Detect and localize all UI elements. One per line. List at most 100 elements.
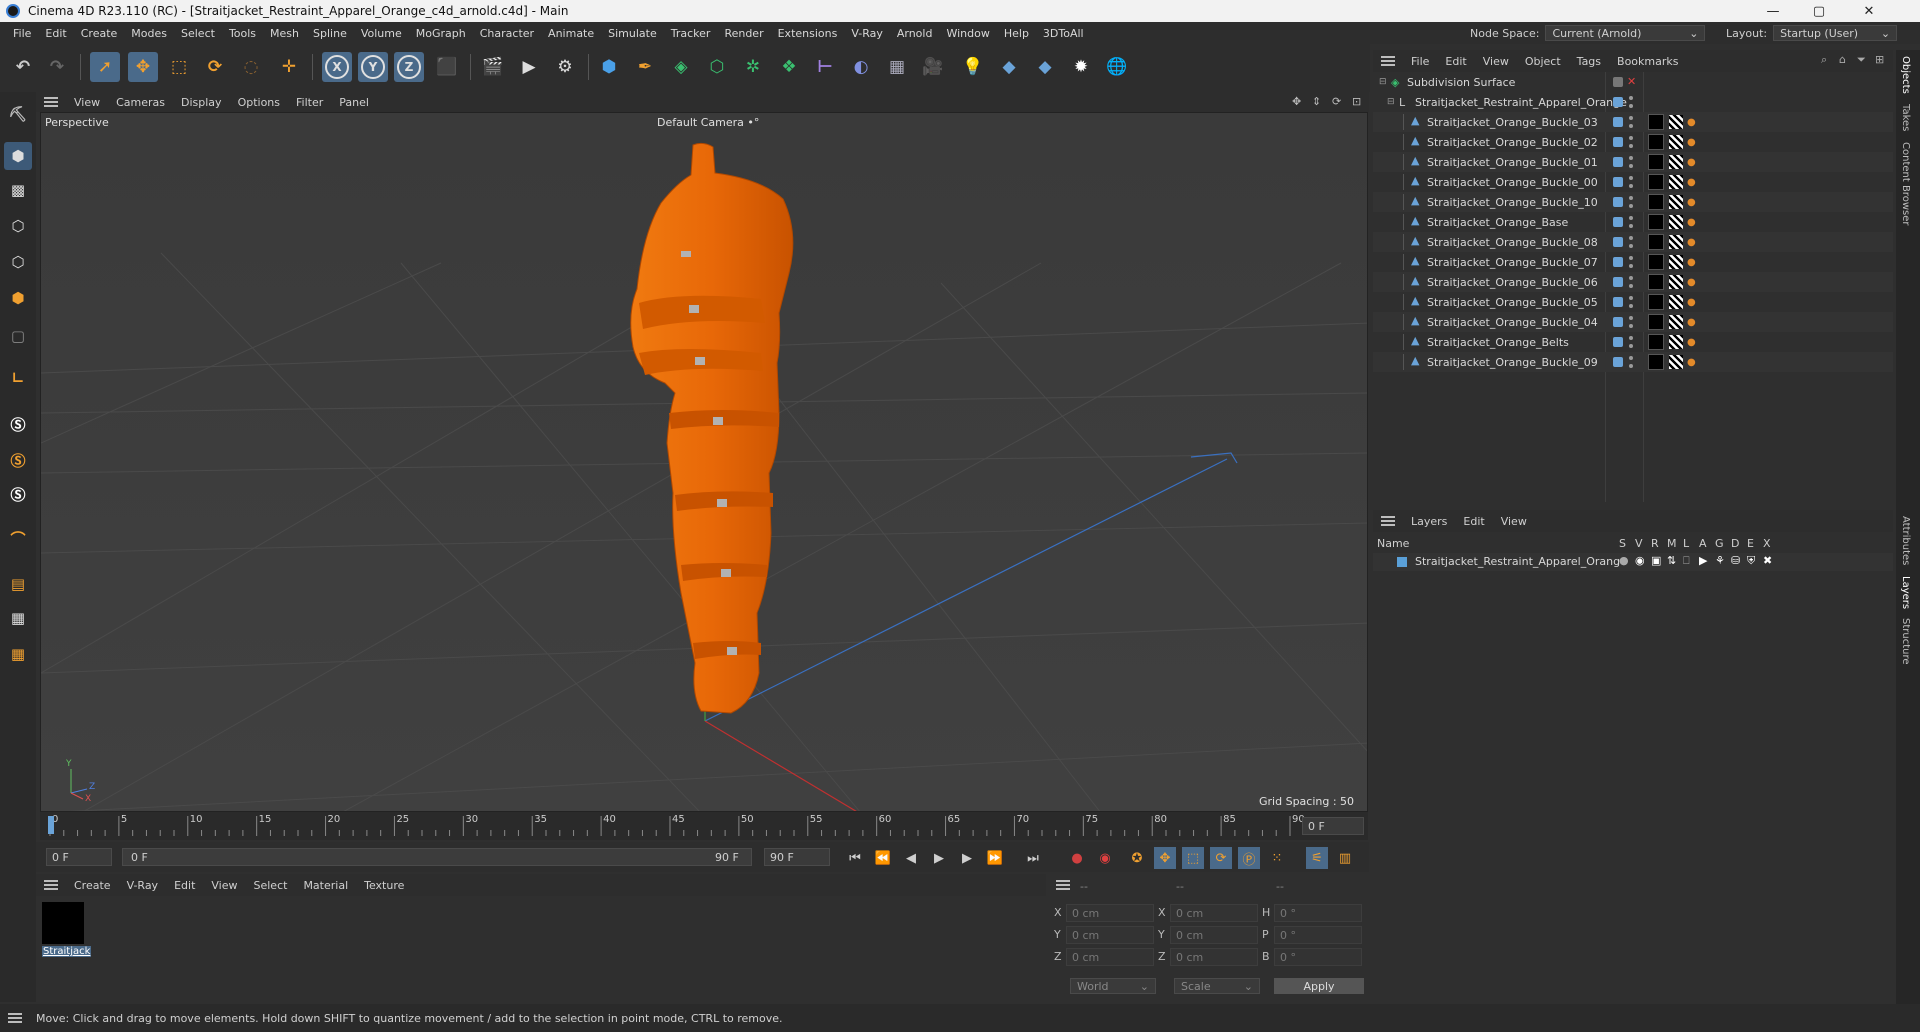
goto-end-button[interactable]: ⏭ (1022, 847, 1044, 869)
camera-label[interactable]: Default Camera •° (657, 116, 759, 129)
uvw-tag-icon[interactable] (1669, 115, 1683, 129)
next-key-button[interactable]: ⏩ (984, 847, 1006, 869)
menu-3dtoall[interactable]: 3DToAll (1036, 27, 1091, 40)
layer-generators-icon[interactable]: ⚘ (1715, 554, 1725, 567)
new-window-icon[interactable]: ⊞ (1875, 53, 1884, 66)
material-tag-icon[interactable] (1648, 274, 1664, 290)
key-rotation-button[interactable]: ⟳ (1210, 847, 1232, 869)
menu-mesh[interactable]: Mesh (263, 27, 306, 40)
uv-mode-button[interactable]: ▢ (4, 322, 32, 350)
object-row[interactable]: ▲ Straitjacket_Orange_Belts ● (1373, 332, 1893, 352)
key-pla-button[interactable]: ⁙ (1266, 847, 1288, 869)
quantize-button[interactable]: Ⓢ (4, 480, 32, 508)
material-tag-icon[interactable] (1648, 154, 1664, 170)
object-row[interactable]: ▲ Straitjacket_Orange_Buckle_01 ● (1373, 152, 1893, 172)
uvw-tag-icon[interactable] (1669, 315, 1683, 329)
subdivision-surface-button[interactable]: ◈ (666, 52, 696, 82)
object-row[interactable]: ▲ Straitjacket_Orange_Buckle_08 ● (1373, 232, 1893, 252)
viewport-move-icon[interactable]: ✥ (1292, 95, 1301, 108)
uvw-tag-icon[interactable] (1669, 335, 1683, 349)
coord-position-field[interactable]: 0 cm (1066, 948, 1154, 966)
snap-button[interactable]: Ⓢ (4, 410, 32, 438)
mograph-cloner-button[interactable]: ❖ (774, 52, 804, 82)
current-frame-field[interactable]: 0 F (1302, 817, 1364, 835)
menu-arnold[interactable]: Arnold (890, 27, 940, 40)
coord-size-field[interactable]: 0 cm (1170, 904, 1258, 922)
phong-tag-icon[interactable]: ● (1687, 237, 1696, 248)
phong-tag-icon[interactable]: ● (1687, 297, 1696, 308)
menu-spline[interactable]: Spline (306, 27, 354, 40)
material-menu-view[interactable]: View (203, 879, 245, 892)
home-icon[interactable]: ⌂ (1839, 53, 1846, 66)
layer-expressions-icon[interactable]: ⛨ (1747, 554, 1755, 568)
object-menu-tags[interactable]: Tags (1569, 55, 1609, 68)
timeline-ruler[interactable]: 0 5 10 15 20 25 30 35 40 45 50 55 60 65 70 75 80 85 90 0 F (40, 812, 1368, 840)
layer-color-icon[interactable] (1613, 317, 1623, 327)
visibility-dots-icon[interactable] (1629, 216, 1633, 228)
phong-tag-icon[interactable]: ● (1687, 337, 1696, 348)
motion-path-button[interactable]: ⚟ (1306, 847, 1328, 869)
python-script-button[interactable]: ◆ (1030, 52, 1060, 82)
search-icon[interactable]: ⌕ (1821, 53, 1827, 67)
viewport-zoom-icon[interactable]: ⇕ (1312, 95, 1321, 108)
phong-tag-icon[interactable]: ● (1687, 277, 1696, 288)
layer-flag-header[interactable]: R (1651, 537, 1659, 550)
make-editable-button[interactable]: ⛏ (4, 100, 32, 128)
visibility-dots-icon[interactable] (1629, 356, 1633, 368)
transform-tool-button[interactable]: ✛ (274, 52, 304, 82)
key-scale-button[interactable]: ⬚ (1182, 847, 1204, 869)
layer-lock-icon[interactable]: ⎕ (1683, 554, 1690, 568)
layer-color-icon[interactable] (1613, 97, 1623, 107)
frame-range-slider[interactable]: 0 F 90 F (122, 848, 752, 866)
render-picture-viewer-button[interactable]: ▶ (514, 52, 544, 82)
menu-edit[interactable]: Edit (38, 27, 73, 40)
phong-tag-icon[interactable]: ● (1687, 137, 1696, 148)
scale-tool-button[interactable]: ⬚ (164, 52, 194, 82)
y-axis-lock-button[interactable]: Y (358, 52, 388, 82)
maximize-button[interactable]: ▢ (1796, 0, 1842, 22)
layer-flag-header[interactable]: X (1763, 537, 1771, 550)
model-mode-button[interactable]: ⬢ (4, 142, 32, 170)
tab-takes[interactable]: Takes (1900, 104, 1911, 131)
tab-objects[interactable]: Objects (1900, 56, 1911, 94)
goto-start-button[interactable]: ⏮ (844, 847, 866, 869)
layer-flag-header[interactable]: D (1731, 537, 1739, 550)
next-frame-button[interactable]: ▶ (956, 847, 978, 869)
material-tag-icon[interactable] (1648, 214, 1664, 230)
layer-color-icon[interactable] (1613, 157, 1623, 167)
layer-color-icon[interactable] (1613, 117, 1623, 127)
z-axis-lock-button[interactable]: Z (394, 52, 424, 82)
collapse-icon[interactable]: ⊟ (1379, 77, 1387, 87)
uvw-tag-icon[interactable] (1669, 155, 1683, 169)
camera-button[interactable]: 🎥 (918, 52, 948, 82)
key-position-button[interactable]: ✥ (1154, 847, 1176, 869)
object-row[interactable]: ▲ Straitjacket_Orange_Buckle_00 ● (1373, 172, 1893, 192)
layer-menu-edit[interactable]: Edit (1455, 515, 1492, 528)
layer-color-icon[interactable] (1613, 337, 1623, 347)
apply-button[interactable]: Apply (1274, 978, 1364, 994)
viewport-menu-cameras[interactable]: Cameras (108, 96, 173, 109)
material-menu-create[interactable]: Create (66, 879, 119, 892)
menu-extensions[interactable]: Extensions (771, 27, 845, 40)
viewport-rotate-icon[interactable]: ⟳ (1332, 95, 1341, 108)
uvw-tag-icon[interactable] (1669, 135, 1683, 149)
layer-color-icon[interactable] (1613, 277, 1623, 287)
render-settings-button[interactable]: ⚙ (550, 52, 580, 82)
coord-position-field[interactable]: 0 cm (1066, 904, 1154, 922)
uvw-tag-icon[interactable] (1669, 195, 1683, 209)
hamburger-icon[interactable] (1056, 880, 1070, 890)
phong-tag-icon[interactable]: ● (1687, 177, 1696, 188)
python-button[interactable]: ◆ (994, 52, 1024, 82)
layer-flag-header[interactable]: A (1699, 537, 1707, 550)
layer-color-icon[interactable] (1613, 237, 1623, 247)
layer-deformers-icon[interactable]: ⛁ (1731, 554, 1740, 567)
cube-object-button[interactable]: ⬢ (594, 52, 624, 82)
layer-color-icon[interactable] (1613, 197, 1623, 207)
viewport-menu-options[interactable]: Options (230, 96, 288, 109)
visibility-dots-icon[interactable] (1629, 96, 1633, 108)
coord-position-field[interactable]: 0 cm (1066, 926, 1154, 944)
autokey-button[interactable]: ◉ (1094, 847, 1116, 869)
extrude-button[interactable]: ⬡ (702, 52, 732, 82)
object-row[interactable]: ▲ Straitjacket_Orange_Buckle_06 ● (1373, 272, 1893, 292)
visibility-dots-icon[interactable] (1629, 136, 1633, 148)
